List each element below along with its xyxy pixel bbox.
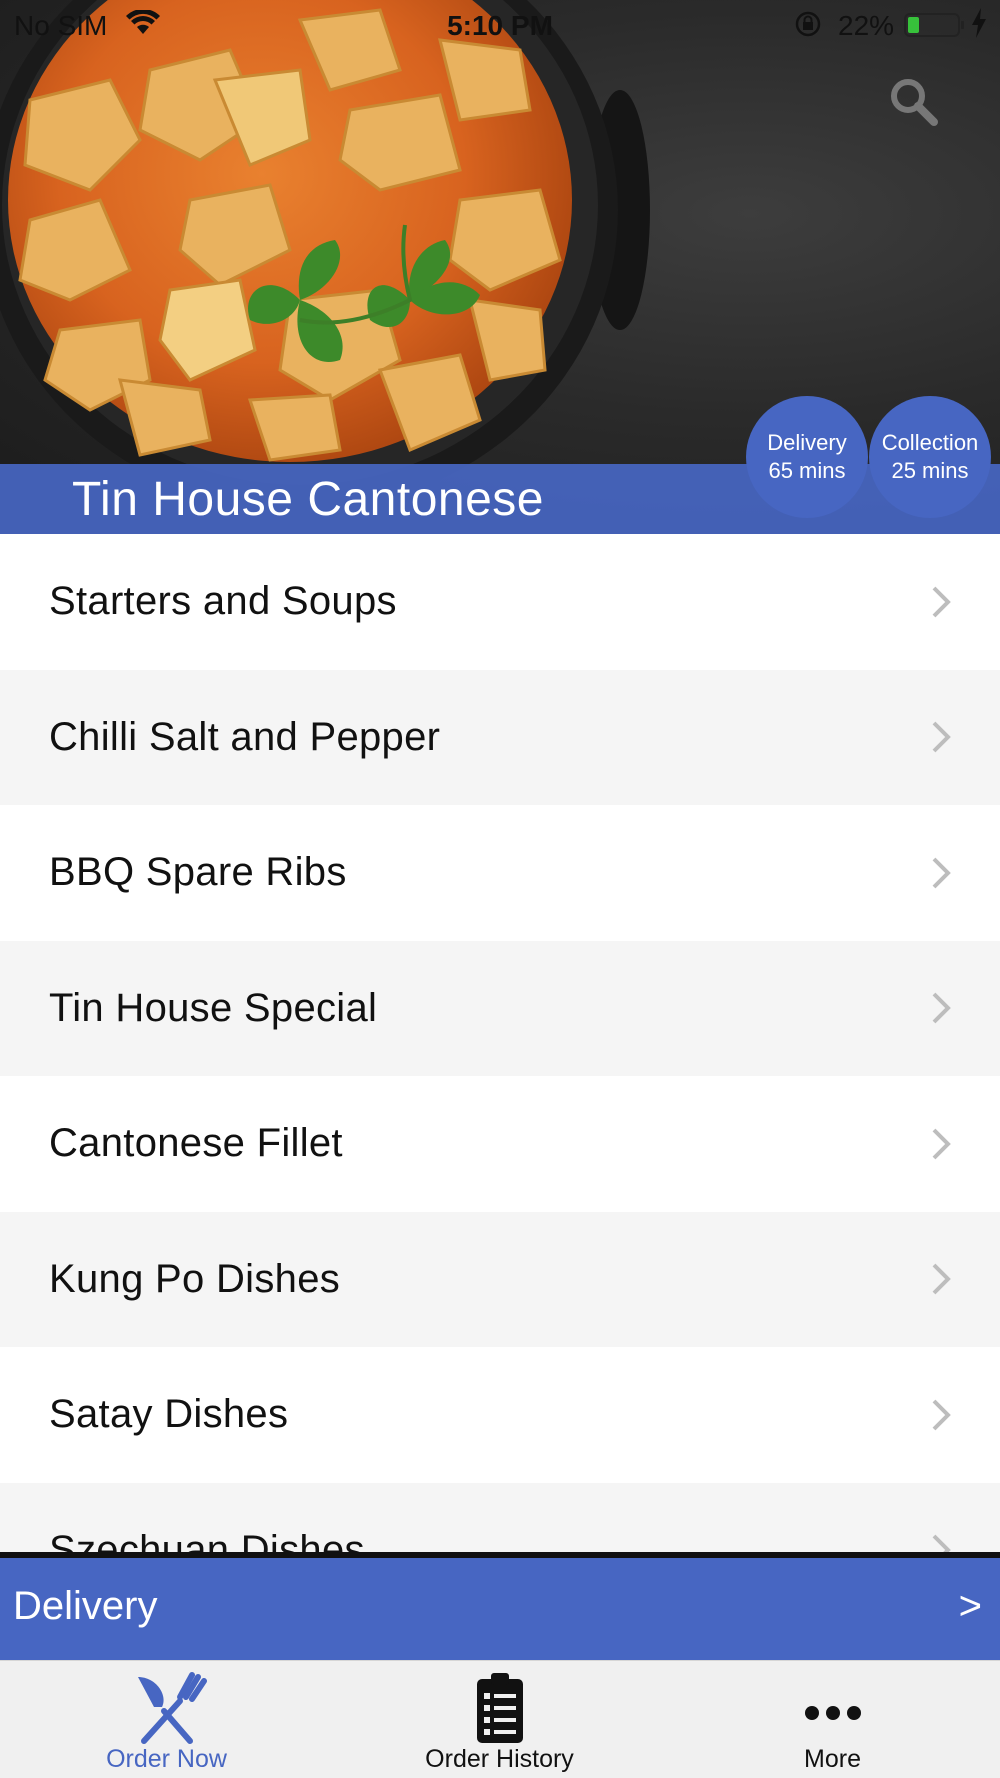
- list-item-label: Cantonese Fillet: [49, 1121, 343, 1166]
- list-item-label: Chilli Salt and Pepper: [49, 714, 441, 759]
- order-mode-arrow: >: [958, 1584, 982, 1628]
- more-dots-icon: [804, 1706, 861, 1720]
- menu-category-list[interactable]: Starters and Soups Chilli Salt and Peppe…: [0, 534, 1000, 1552]
- battery-level: [908, 17, 919, 33]
- tab-label: Order Now: [106, 1745, 227, 1773]
- collection-badge-value: 25 mins: [891, 458, 969, 483]
- order-mode-label: Delivery: [13, 1584, 158, 1628]
- delivery-badge-label: Delivery: [767, 430, 847, 455]
- battery-percent: 22%: [838, 10, 895, 41]
- hero-banner: No SIM 5:10 PM 22% Tin House Cantonese D…: [0, 0, 1000, 534]
- chevron-right-icon: [932, 1534, 951, 1552]
- chevron-right-icon: [932, 992, 951, 1024]
- chevron-right-icon: [932, 721, 951, 753]
- battery-icon: [904, 13, 964, 37]
- chevron-right-icon: [932, 1263, 951, 1295]
- tab-order-now[interactable]: Order Now: [0, 1661, 333, 1778]
- collection-time-badge: Collection 25 mins: [869, 396, 991, 518]
- search-icon[interactable]: [886, 74, 942, 130]
- list-item-label: Satay Dishes: [49, 1392, 289, 1437]
- orientation-lock-icon: [795, 11, 821, 37]
- chevron-right-icon: [932, 1128, 951, 1160]
- delivery-badge-value: 65 mins: [768, 458, 846, 483]
- chevron-right-icon: [932, 857, 951, 889]
- list-item-starters-and-soups[interactable]: Starters and Soups: [0, 534, 1000, 670]
- tab-label: More: [804, 1745, 861, 1773]
- tab-more[interactable]: More: [666, 1661, 999, 1778]
- status-bar: No SIM 5:10 PM 22%: [0, 0, 1000, 50]
- list-item-szechuan-dishes[interactable]: Szechuan Dishes: [0, 1482, 1000, 1552]
- list-item-satay-dishes[interactable]: Satay Dishes: [0, 1347, 1000, 1483]
- tab-bar: Order Now Order History More: [0, 1660, 1000, 1778]
- list-item-bbq-spare-ribs[interactable]: BBQ Spare Ribs: [0, 805, 1000, 941]
- list-item-label: Kung Po Dishes: [49, 1256, 341, 1301]
- chevron-right-icon: [932, 1399, 951, 1431]
- fork-knife-icon: [137, 1672, 207, 1744]
- list-item-label: Szechuan Dishes: [49, 1527, 365, 1552]
- chevron-right-icon: [932, 586, 951, 618]
- list-item-chilli-salt-and-pepper[interactable]: Chilli Salt and Pepper: [0, 669, 1000, 805]
- list-item-label: Starters and Soups: [49, 579, 397, 624]
- order-mode-bar[interactable]: Delivery >: [0, 1558, 1000, 1660]
- list-item-label: Tin House Special: [49, 985, 378, 1030]
- list-item-cantonese-fillet[interactable]: Cantonese Fillet: [0, 1076, 1000, 1212]
- list-item-tin-house-special[interactable]: Tin House Special: [0, 940, 1000, 1076]
- delivery-time-badge: Delivery 65 mins: [746, 396, 868, 518]
- collection-badge-label: Collection: [881, 430, 979, 455]
- tab-label: Order History: [425, 1745, 574, 1773]
- list-item-kung-po-dishes[interactable]: Kung Po Dishes: [0, 1211, 1000, 1347]
- charging-bolt-icon: [972, 8, 986, 38]
- list-item-label: BBQ Spare Ribs: [49, 850, 347, 895]
- page-title: Tin House Cantonese: [72, 473, 544, 526]
- clipboard-list-icon: [476, 1673, 523, 1743]
- tab-order-history[interactable]: Order History: [333, 1661, 666, 1778]
